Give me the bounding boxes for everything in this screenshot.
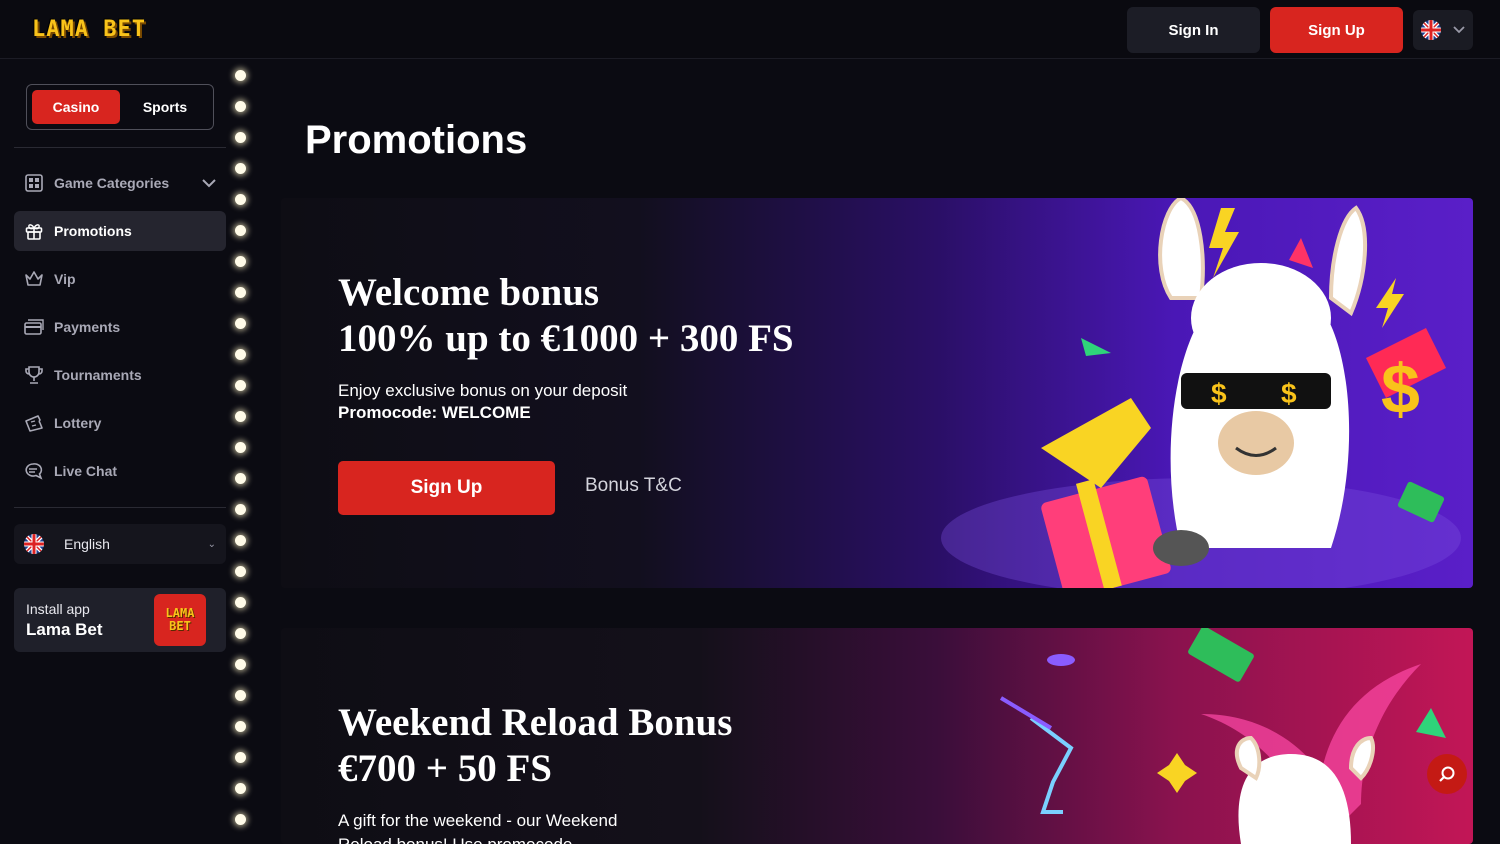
light-bulb: [235, 225, 246, 236]
light-bulb: [235, 783, 246, 794]
promo-sign-up-button[interactable]: Sign Up: [338, 461, 555, 515]
chevron-down-icon: [1453, 23, 1465, 37]
svg-text:$: $: [1381, 350, 1420, 428]
promo-title-line2: 100% up to €1000 + 300 FS: [338, 317, 794, 360]
light-bulb: [235, 721, 246, 732]
sidebar-item-live-chat[interactable]: Live Chat: [14, 451, 226, 491]
light-bulb: [235, 597, 246, 608]
casino-tab[interactable]: Casino: [32, 90, 120, 124]
crown-icon: [24, 269, 44, 289]
uk-flag-icon: [24, 534, 44, 554]
weekend-party-illustration: [999, 628, 1446, 844]
light-bulb: [235, 473, 246, 484]
promo-title-line2: €700 + 50 FS: [338, 747, 552, 790]
promo-description-line1: A gift for the weekend - our Weekend: [338, 811, 618, 830]
sidebar-item-label: Vip: [54, 271, 76, 287]
sign-up-button[interactable]: Sign Up: [1270, 7, 1403, 53]
light-bulb: [235, 566, 246, 577]
light-bulb: [235, 535, 246, 546]
light-bulb: [235, 411, 246, 422]
sidebar-item-label: Payments: [54, 319, 121, 335]
light-bulb: [235, 442, 246, 453]
svg-text:$: $: [1281, 378, 1297, 409]
promo-description-line2: Reload bonus! Use promocode: [338, 833, 572, 844]
card-icon: [24, 317, 44, 337]
promo-title-line1: Welcome bonus: [338, 271, 600, 314]
light-bulb: [235, 132, 246, 143]
install-app-label: Install app: [26, 601, 90, 617]
mode-switch: Casino Sports: [26, 84, 214, 130]
light-bulb: [235, 628, 246, 639]
page-title: Promotions: [305, 118, 528, 162]
sidebar-item-label: Game Categories: [54, 175, 170, 191]
llama-mascot-illustration: $ $ $: [941, 198, 1461, 588]
light-bulb: [235, 380, 246, 391]
gift-icon: [24, 221, 44, 241]
chevron-down-icon: [202, 175, 216, 191]
ticket-icon: [24, 413, 44, 433]
sidebar-item-tournaments[interactable]: Tournaments: [14, 355, 226, 395]
uk-flag-icon: [1421, 20, 1441, 40]
bonus-terms-link[interactable]: Bonus T&C: [585, 475, 682, 497]
chat-search-icon: [1439, 766, 1455, 782]
sidebar-item-label: Tournaments: [54, 367, 142, 383]
light-bulb: [235, 287, 246, 298]
install-app-name: Lama Bet: [26, 620, 103, 639]
sidebar-item-vip[interactable]: Vip: [14, 259, 226, 299]
chat-icon: [24, 461, 44, 481]
sidebar-item-lottery[interactable]: Lottery: [14, 403, 226, 443]
light-bulb: [235, 318, 246, 329]
sports-tab[interactable]: Sports: [125, 90, 205, 124]
lama-bet-app-logo: LAMA BET: [154, 594, 206, 646]
install-app-banner[interactable]: Install app Lama Bet LAMA BET: [14, 588, 226, 652]
sidebar-item-promotions[interactable]: Promotions: [14, 211, 226, 251]
light-bulb: [235, 256, 246, 267]
top-header: LAMA BET Sign In Sign Up: [0, 0, 1500, 59]
divider: [14, 147, 226, 148]
sidebar-item-game-categories[interactable]: Game Categories: [14, 163, 226, 203]
light-bulb: [235, 101, 246, 112]
light-bulb: [235, 349, 246, 360]
light-bulb: [235, 659, 246, 670]
promo-description: Enjoy exclusive bonus on your deposit: [338, 381, 628, 400]
chevron-down-icon: ⌄: [207, 538, 216, 550]
promo-title-line1: Weekend Reload Bonus: [338, 701, 733, 744]
light-bulb: [235, 752, 246, 763]
live-chat-button[interactable]: [1427, 754, 1467, 794]
trophy-icon: [24, 365, 44, 385]
light-bulb: [235, 814, 246, 825]
promo-card-welcome: $ $ $ Welcome bonus 100% up to €1000 + 3…: [281, 198, 1473, 588]
sidebar-item-label: Live Chat: [54, 463, 118, 479]
promo-card-weekend-reload: Weekend Reload Bonus €700 + 50 FS A gift…: [281, 628, 1473, 844]
sidebar: Casino Sports Game Categories Promotions…: [0, 60, 240, 844]
light-bulb: [235, 70, 246, 81]
language-label: English: [64, 536, 110, 552]
sign-in-button[interactable]: Sign In: [1127, 7, 1260, 53]
grid-icon: [24, 173, 44, 193]
app-logo-bottom: BET: [169, 619, 191, 633]
light-bulb: [235, 163, 246, 174]
sidebar-item-label: Promotions: [54, 223, 132, 239]
light-bulb: [235, 504, 246, 515]
light-bulb: [235, 194, 246, 205]
promo-code: Promocode: WELCOME: [338, 403, 531, 422]
svg-text:$: $: [1211, 378, 1227, 409]
lama-bet-logo[interactable]: LAMA BET: [28, 16, 150, 44]
language-dropdown[interactable]: English ⌄: [14, 524, 226, 564]
light-bulb: [235, 690, 246, 701]
language-selector[interactable]: [1413, 10, 1473, 50]
sidebar-item-payments[interactable]: Payments: [14, 307, 226, 347]
sidebar-item-label: Lottery: [54, 415, 102, 431]
divider: [14, 507, 226, 508]
light-bulb-strip: [233, 60, 247, 844]
